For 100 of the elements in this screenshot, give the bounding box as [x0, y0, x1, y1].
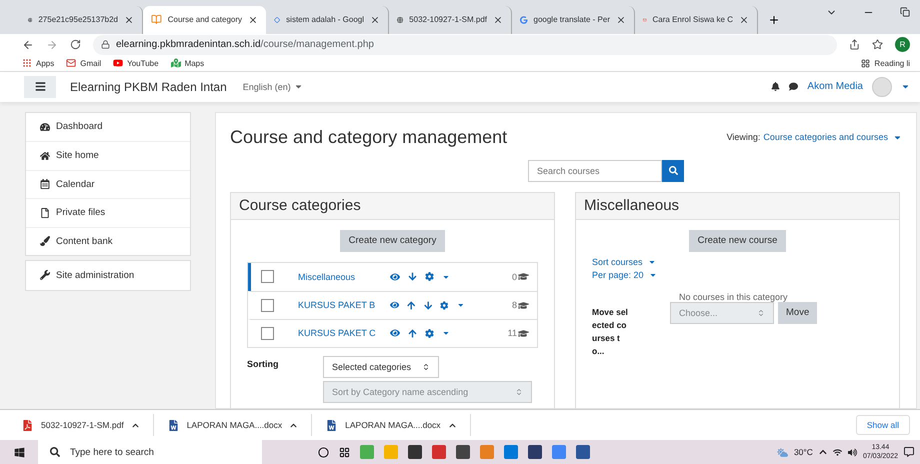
- close-icon[interactable]: [248, 14, 258, 25]
- create-course-button[interactable]: Create new course: [688, 230, 786, 252]
- back-icon[interactable]: [22, 38, 34, 51]
- wifi-icon[interactable]: [832, 448, 842, 456]
- reading-list-link[interactable]: Reading li: [874, 58, 910, 68]
- eye-icon[interactable]: [390, 328, 400, 338]
- profile-avatar[interactable]: R: [895, 37, 910, 52]
- sidebar-item[interactable]: Site administration: [26, 261, 190, 290]
- chat-icon[interactable]: [789, 82, 798, 92]
- chevron-up-icon[interactable]: [818, 448, 827, 456]
- book-icon: [151, 14, 162, 26]
- language-menu[interactable]: English (en): [242, 82, 303, 92]
- mail-icon: [66, 58, 76, 68]
- close-icon[interactable]: [616, 14, 626, 25]
- volume-icon[interactable]: [848, 448, 857, 456]
- chevron-up-icon[interactable]: [290, 422, 298, 429]
- category-row[interactable]: KURSUS PAKET B 8: [248, 290, 537, 319]
- download-item[interactable]: LAPORAN MAGA....docx: [345, 420, 441, 430]
- bookmark-link[interactable]: Maps: [184, 58, 204, 68]
- eye-icon[interactable]: [390, 272, 400, 282]
- user-menu-link[interactable]: Akom Media: [807, 81, 863, 92]
- wrench-icon: [40, 270, 50, 280]
- task-view-icon[interactable]: [339, 446, 350, 458]
- star-icon[interactable]: [872, 39, 883, 50]
- category-row[interactable]: KURSUS PAKET C 11: [248, 318, 537, 347]
- move-button[interactable]: Move: [778, 302, 818, 324]
- brush-icon: [40, 236, 50, 246]
- chevron-up-icon[interactable]: [448, 422, 456, 429]
- search-field[interactable]: Search courses: [528, 160, 662, 182]
- sidebar-item[interactable]: Site home: [26, 141, 190, 170]
- bookmark-link[interactable]: Gmail: [80, 58, 102, 68]
- reload-icon[interactable]: [70, 39, 81, 50]
- download-item[interactable]: LAPORAN MAGA....docx: [186, 420, 282, 430]
- browser-tab[interactable]: 5032-10927-1-SM.pdf: [389, 6, 512, 34]
- arrow-up-icon[interactable]: [407, 300, 416, 310]
- lock-icon: [101, 40, 110, 50]
- diamond-icon: [274, 14, 280, 25]
- graduation-cap-icon: [518, 271, 529, 282]
- checkbox[interactable]: [261, 326, 274, 340]
- checkbox[interactable]: [261, 270, 274, 284]
- gauge-icon: [40, 122, 50, 132]
- arrow-down-icon[interactable]: [408, 272, 417, 282]
- menu-icon: [34, 81, 46, 92]
- address-bar[interactable]: elearning.pkbmradenintan.sch.id/course/management.php: [93, 34, 837, 55]
- caret-icon[interactable]: [456, 301, 464, 310]
- taskbar-search-field[interactable]: Type here to search: [38, 440, 262, 464]
- page-title: Course and category management: [230, 126, 508, 148]
- sorting-select[interactable]: Selected categories: [323, 356, 439, 378]
- chevron-up-icon[interactable]: [132, 422, 139, 429]
- category-link[interactable]: KURSUS PAKET C: [298, 328, 390, 338]
- menu-button[interactable]: [24, 76, 56, 98]
- pdf-icon: [22, 420, 33, 431]
- sidebar-item[interactable]: Dashboard: [26, 112, 190, 142]
- caret-icon[interactable]: [442, 329, 450, 338]
- browser-tab[interactable]: google translate - Per: [512, 6, 635, 34]
- bookmark-link[interactable]: YouTube: [127, 58, 159, 68]
- map-icon: [170, 58, 181, 68]
- gear-icon[interactable]: [440, 300, 449, 310]
- arrow-up-icon[interactable]: [408, 328, 417, 338]
- site-name-link[interactable]: Elearning PKBM Raden Intan: [70, 80, 227, 94]
- search-button[interactable]: [662, 160, 684, 182]
- sidebar-item[interactable]: Calendar: [26, 170, 190, 198]
- viewing-label: Viewing:: [726, 132, 760, 142]
- windows-logo-icon: [14, 446, 24, 458]
- restore-icon[interactable]: [900, 7, 910, 18]
- category-link[interactable]: Miscellaneous: [298, 272, 390, 282]
- gear-icon[interactable]: [425, 272, 434, 282]
- updown-icon: [757, 308, 765, 317]
- bell-icon[interactable]: [771, 82, 780, 92]
- weather-icon: [776, 446, 788, 458]
- gear-icon[interactable]: [425, 328, 434, 338]
- new-tab-icon[interactable]: [768, 14, 780, 26]
- circle-icon[interactable]: [318, 446, 329, 458]
- browser-tab[interactable]: Cara Enrol Siswa ke C: [635, 6, 758, 34]
- download-item[interactable]: 5032-10927-1-SM.pdf: [41, 420, 124, 430]
- eye-icon[interactable]: [390, 300, 400, 310]
- checkbox[interactable]: [261, 298, 274, 312]
- share-icon[interactable]: [849, 39, 860, 50]
- close-icon[interactable]: [493, 14, 503, 25]
- viewing-menu-link[interactable]: Course categories and courses: [763, 132, 902, 142]
- bookmark-link[interactable]: Apps: [36, 58, 54, 68]
- close-icon[interactable]: [370, 14, 380, 25]
- browser-tab[interactable]: Course and category: [143, 6, 266, 34]
- close-icon[interactable]: [124, 14, 134, 25]
- sort-courses-link[interactable]: Sort courses: [592, 256, 883, 269]
- course-count: 11: [508, 328, 517, 338]
- category-link[interactable]: KURSUS PAKET B: [298, 300, 390, 310]
- notification-icon[interactable]: [904, 447, 914, 457]
- sidebar-item[interactable]: Content bank: [26, 226, 190, 256]
- sidebar-item[interactable]: Private files: [26, 198, 190, 227]
- google-icon: [520, 14, 528, 25]
- per-page-link[interactable]: Per page: 20: [592, 268, 883, 282]
- create-category-button[interactable]: Create new category: [340, 230, 446, 252]
- graduation-cap-icon: [518, 300, 529, 311]
- close-icon[interactable]: [739, 14, 749, 25]
- arrow-down-icon[interactable]: [424, 300, 432, 310]
- course-count: 8: [512, 300, 517, 310]
- category-row[interactable]: Miscellaneous 0: [248, 262, 537, 291]
- show-all-button[interactable]: Show all: [856, 415, 910, 436]
- browser-tab[interactable]: sistem adalah - Googl: [266, 6, 389, 34]
